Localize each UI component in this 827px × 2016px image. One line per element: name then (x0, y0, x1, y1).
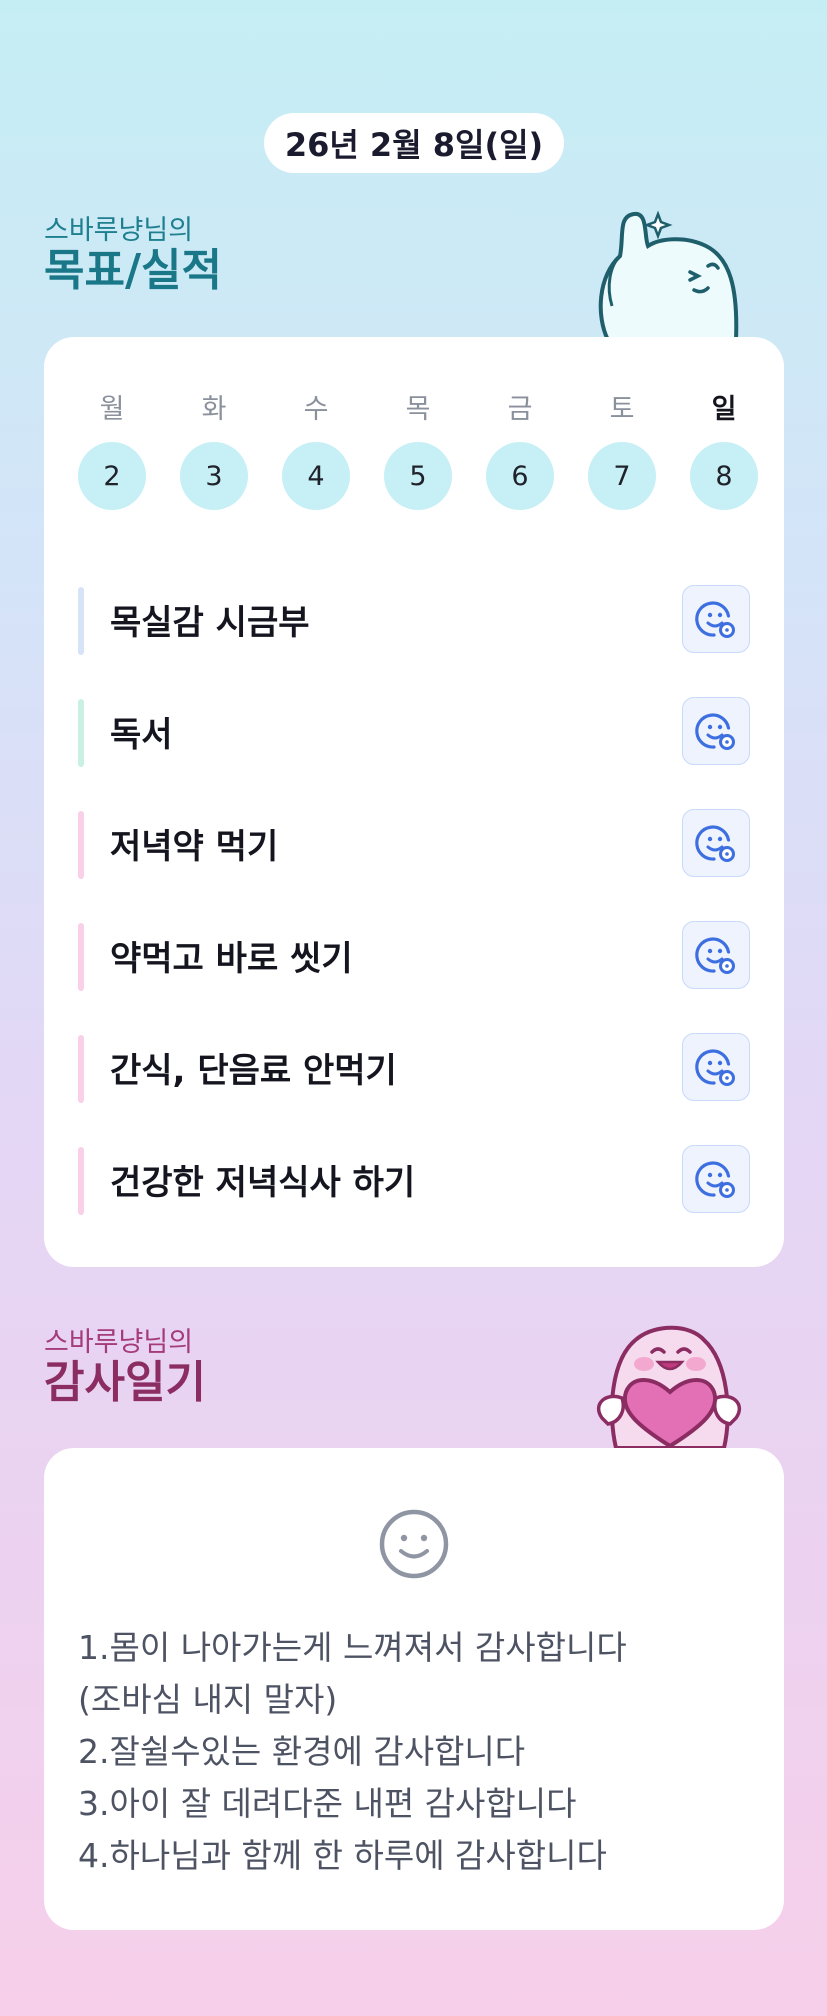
thanks-section-title: 감사일기 (44, 1357, 206, 1408)
day-sun[interactable]: 일 8 (690, 392, 758, 510)
smile-add-button[interactable] (682, 921, 750, 989)
day-number[interactable]: 5 (384, 442, 452, 510)
goal-item[interactable]: 저녁약 먹기 (78, 787, 750, 899)
goal-label: 독서 (110, 714, 173, 755)
goal-card: 월 2 화 3 수 4 목 5 금 6 토 7 일 8 목실감 시금부 독서 저… (44, 337, 784, 1267)
smile-add-button[interactable] (682, 1145, 750, 1213)
day-name: 월 (99, 394, 125, 425)
day-tue[interactable]: 화 3 (180, 392, 248, 510)
smile-add-icon (695, 713, 735, 750)
goal-item[interactable]: 목실감 시금부 (78, 563, 750, 675)
day-number[interactable]: 2 (78, 442, 146, 510)
goal-label: 저녁약 먹기 (110, 826, 279, 867)
thanks-line: 4.하나님과 함께 한 하루에 감사합니다 (78, 1836, 607, 1875)
mascot-heart-illustration (596, 1325, 742, 1448)
smile-add-icon (695, 937, 735, 974)
goal-label: 간식, 단음료 안먹기 (110, 1050, 397, 1091)
day-name: 금 (507, 394, 533, 425)
goal-list: 목실감 시금부 독서 저녁약 먹기 약먹고 바로 씻기 간식, 단음료 안먹기 … (78, 563, 750, 1235)
day-wed[interactable]: 수 4 (282, 392, 350, 510)
thanks-line: 3.아이 잘 데려다준 내편 감사합니다 (78, 1784, 577, 1823)
smile-add-button[interactable] (682, 585, 750, 653)
smile-add-icon (695, 825, 735, 862)
week-strip: 월 2 화 3 수 4 목 5 금 6 토 7 일 8 (78, 392, 758, 510)
day-mon[interactable]: 월 2 (78, 392, 146, 510)
day-number[interactable]: 7 (588, 442, 656, 510)
date-label: 26년 2월 8일(일) (284, 126, 544, 164)
goal-item[interactable]: 약먹고 바로 씻기 (78, 899, 750, 1011)
mascot-waving-illustration (598, 210, 739, 340)
goal-color-bar (78, 587, 84, 655)
day-number[interactable]: 3 (180, 442, 248, 510)
goal-item[interactable]: 독서 (78, 675, 750, 787)
day-fri[interactable]: 금 6 (486, 392, 554, 510)
goal-item[interactable]: 건강한 저녁식사 하기 (78, 1123, 750, 1235)
thanks-journal-text: 1.몸이 나아가는게 느껴져서 감사합니다 (조바심 내지 말자) 2.잘쉴수있… (78, 1622, 758, 1882)
goal-color-bar (78, 811, 84, 879)
day-name-today: 일 (711, 394, 737, 425)
day-name: 토 (609, 394, 635, 425)
thanks-card: 1.몸이 나아가는게 느껴져서 감사합니다 (조바심 내지 말자) 2.잘쉴수있… (44, 1448, 784, 1930)
smile-add-button[interactable] (682, 1033, 750, 1101)
goal-section-subtitle: 스바루냥님의 (44, 215, 194, 246)
day-number[interactable]: 4 (282, 442, 350, 510)
day-number[interactable]: 8 (690, 442, 758, 510)
goal-section-title: 목표/실적 (44, 245, 222, 296)
smile-add-icon (695, 1049, 735, 1086)
goal-label: 건강한 저녁식사 하기 (110, 1162, 416, 1203)
goal-label: 약먹고 바로 씻기 (110, 938, 353, 979)
smile-icon[interactable] (378, 1508, 450, 1580)
goal-color-bar (78, 699, 84, 767)
day-name: 수 (303, 394, 329, 425)
thanks-line: 1.몸이 나아가는게 느껴져서 감사합니다 (78, 1628, 627, 1667)
thanks-section-subtitle: 스바루냥님의 (44, 1327, 194, 1358)
day-name: 목 (405, 394, 431, 425)
thanks-line: 2.잘쉴수있는 환경에 감사합니다 (78, 1732, 526, 1771)
smile-add-icon (695, 601, 735, 638)
goal-color-bar (78, 923, 84, 991)
goal-section-header: 스바루냥님의 목표/실적 (44, 216, 222, 296)
day-name: 화 (201, 394, 227, 425)
thanks-section-header: 스바루냥님의 감사일기 (44, 1328, 206, 1408)
day-number[interactable]: 6 (486, 442, 554, 510)
goal-item[interactable]: 간식, 단음료 안먹기 (78, 1011, 750, 1123)
goal-color-bar (78, 1035, 84, 1103)
goal-color-bar (78, 1147, 84, 1215)
thanks-line: (조바심 내지 말자) (78, 1680, 338, 1719)
goal-label: 목실감 시금부 (110, 602, 310, 643)
smile-add-button[interactable] (682, 697, 750, 765)
smile-add-icon (695, 1161, 735, 1198)
smile-add-button[interactable] (682, 809, 750, 877)
day-thu[interactable]: 목 5 (384, 392, 452, 510)
date-pill[interactable]: 26년 2월 8일(일) (264, 113, 564, 173)
day-sat[interactable]: 토 7 (588, 392, 656, 510)
